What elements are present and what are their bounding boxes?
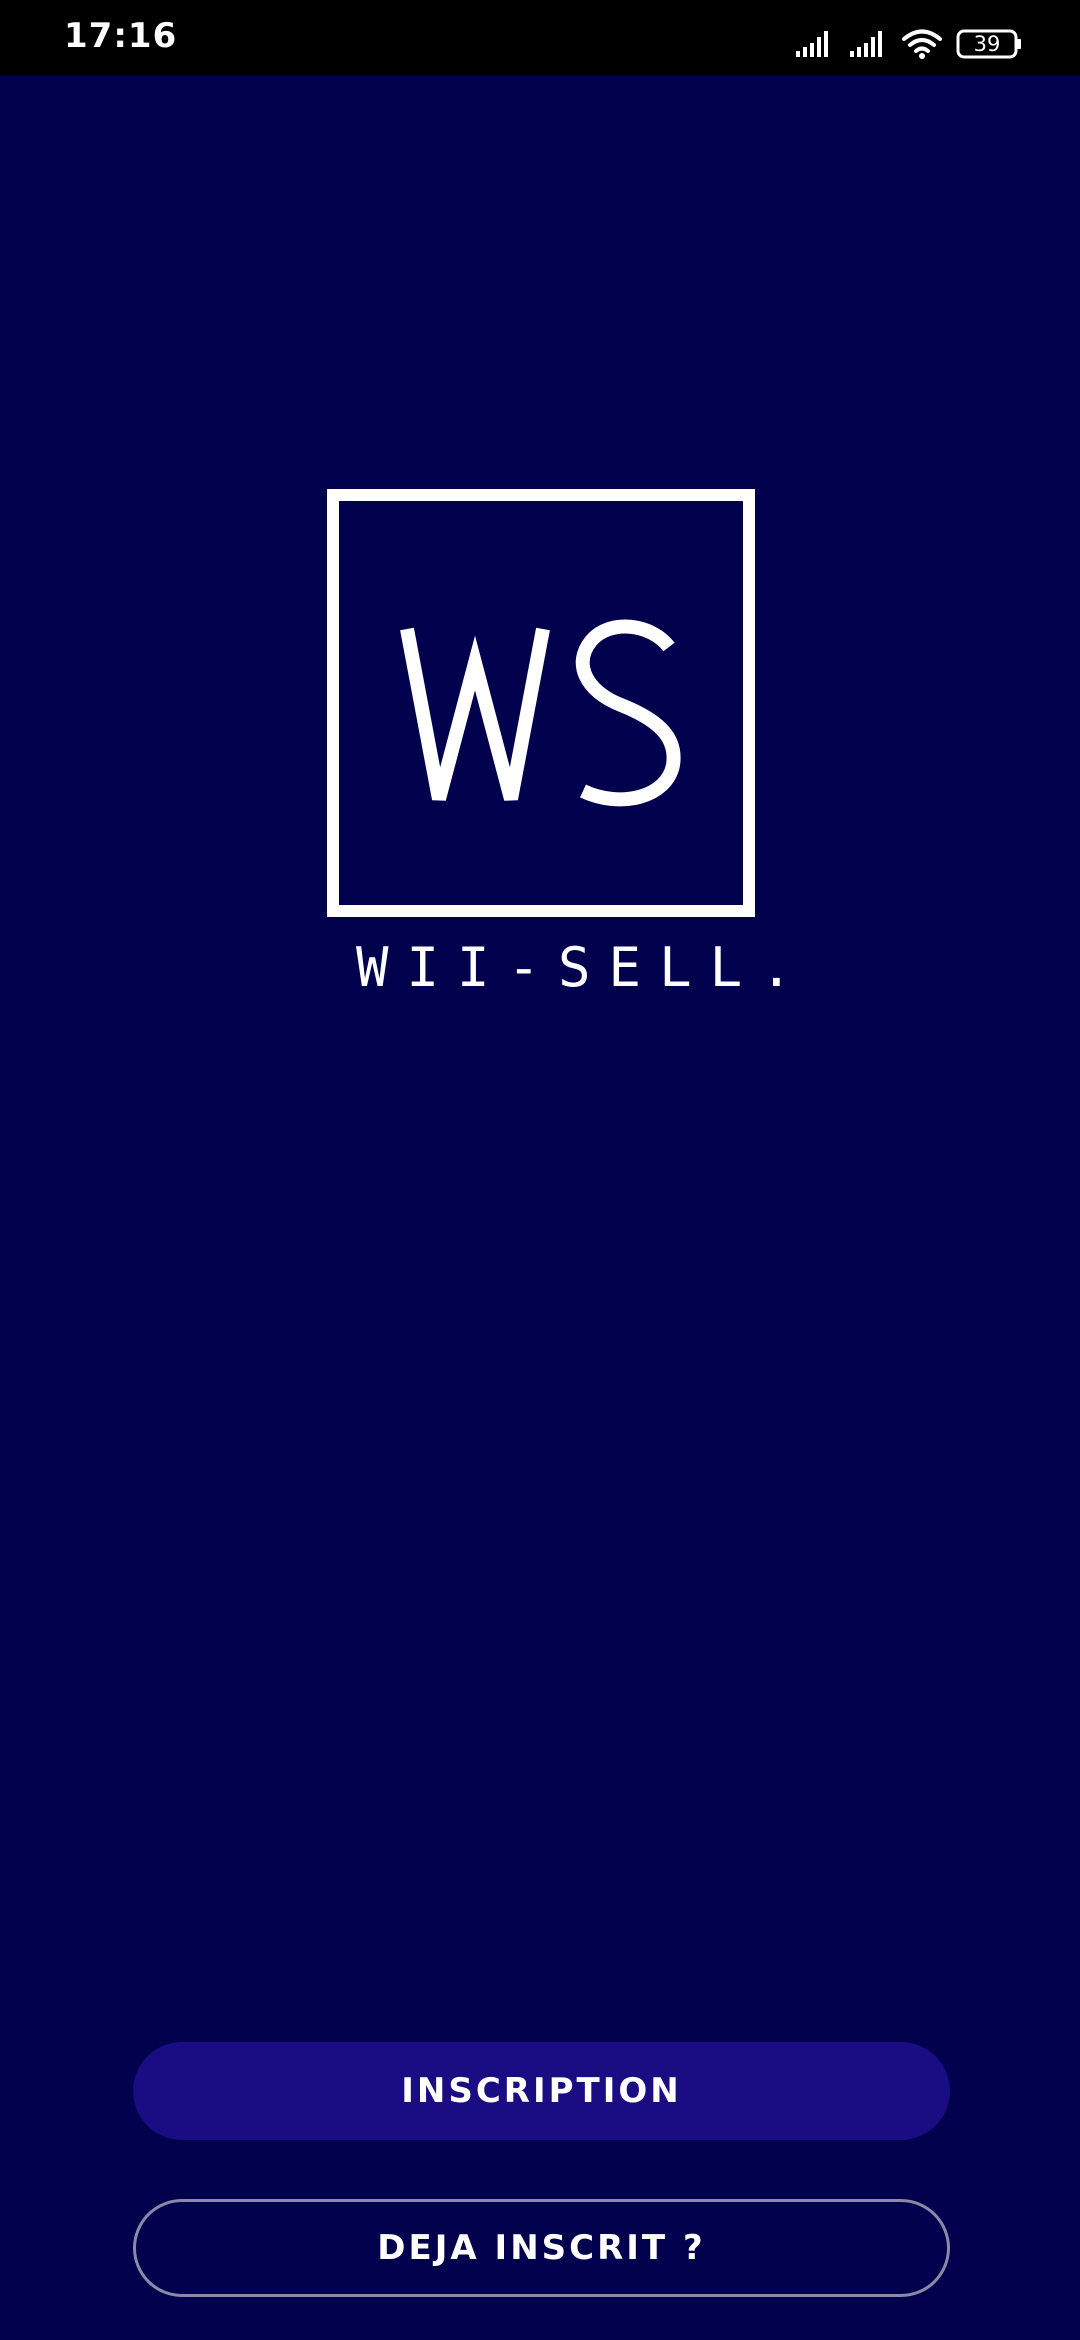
battery-level: 39	[973, 32, 1001, 56]
brand-wordmark: WII-SELL.	[356, 936, 811, 999]
signal-icon	[794, 29, 834, 59]
battery-icon: 39	[956, 29, 1022, 59]
login-button[interactable]: DEJA INSCRIT ?	[133, 2199, 950, 2297]
welcome-screen: 17:16 39 WII-SELL. INSCRIPTION DEJA INSC…	[0, 0, 1080, 2340]
wifi-icon	[902, 28, 942, 60]
status-bar: 17:16 39	[0, 0, 1080, 76]
login-button-label: DEJA INSCRIT ?	[377, 2228, 706, 2268]
signal-icon	[848, 29, 888, 59]
app-logo	[327, 489, 755, 917]
status-icons: 39	[794, 26, 1022, 62]
status-time: 17:16	[64, 16, 178, 56]
signup-button[interactable]: INSCRIPTION	[133, 2042, 950, 2140]
ws-monogram-icon	[400, 619, 681, 807]
signup-button-label: INSCRIPTION	[401, 2071, 682, 2111]
